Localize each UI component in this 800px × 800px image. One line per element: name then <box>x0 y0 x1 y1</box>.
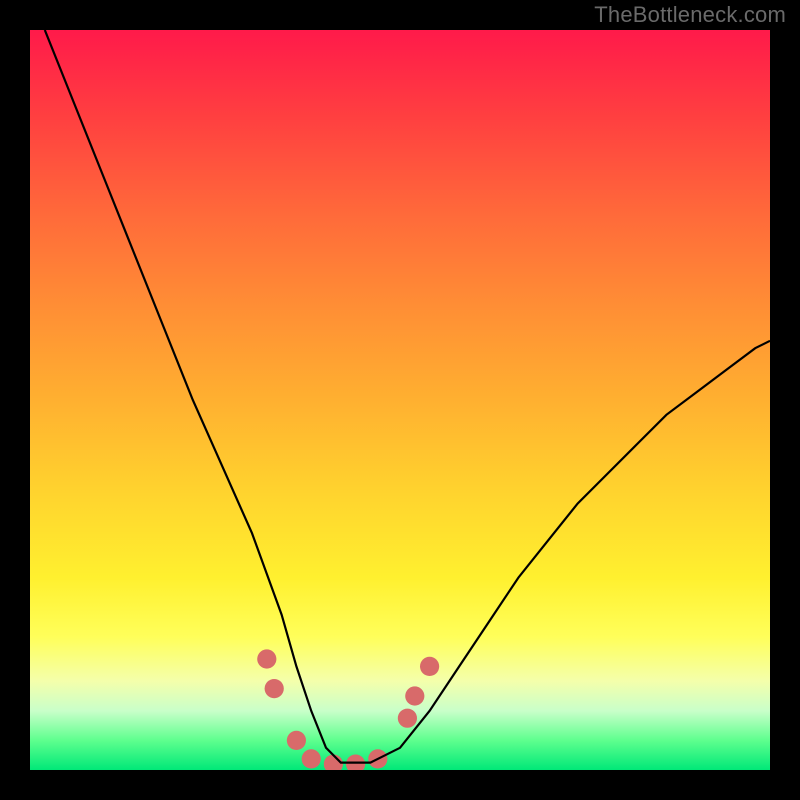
bottleneck-curve <box>45 30 770 763</box>
marker-point <box>398 709 417 728</box>
marker-point <box>257 649 276 668</box>
marker-point <box>265 679 284 698</box>
marker-point <box>420 657 439 676</box>
watermark-text: TheBottleneck.com <box>594 2 786 28</box>
marker-point <box>405 686 424 705</box>
plot-area <box>30 30 770 770</box>
chart-svg <box>30 30 770 770</box>
marker-group <box>257 649 439 770</box>
marker-point <box>302 749 321 768</box>
marker-point <box>287 731 306 750</box>
chart-frame: TheBottleneck.com <box>0 0 800 800</box>
